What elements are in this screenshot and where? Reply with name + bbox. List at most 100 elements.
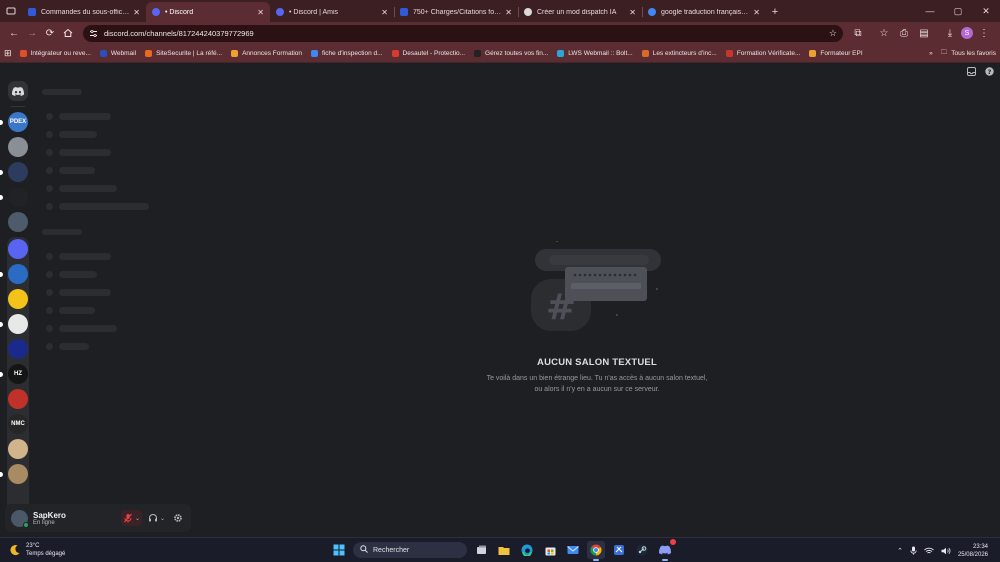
close-tab-icon[interactable]: ✕	[381, 8, 388, 17]
browser-tab[interactable]: google traduction français - Re ✕	[642, 2, 766, 22]
server-icon[interactable]	[8, 289, 28, 309]
microphone-tray-icon[interactable]	[910, 542, 917, 560]
browser-tab[interactable]: • Discord | Amis ✕	[270, 2, 394, 22]
new-tab-button[interactable]: +	[766, 2, 784, 22]
microsoft-store-icon[interactable]	[541, 541, 559, 559]
server-icon[interactable]: NMC	[8, 414, 28, 434]
weather-widget[interactable]: 23°C Temps dégagé	[9, 542, 65, 558]
server-icon[interactable]	[8, 212, 28, 232]
server-icon[interactable]	[0, 162, 28, 182]
browser-tab[interactable]: • Discord ✕	[146, 2, 270, 22]
unread-indicator	[0, 372, 3, 377]
server-icon[interactable]	[0, 464, 28, 484]
close-window-icon[interactable]: ✕	[972, 0, 1000, 22]
mail-icon[interactable]	[564, 541, 582, 559]
tab-title: google traduction français - Re	[661, 8, 750, 16]
site-info-icon[interactable]	[89, 29, 98, 38]
server-icon[interactable]	[8, 137, 28, 157]
steam-icon[interactable]	[633, 541, 651, 559]
bookmark-favicon-icon	[474, 49, 482, 57]
forward-icon[interactable]: →	[23, 24, 41, 42]
close-tab-icon[interactable]: ✕	[505, 8, 512, 17]
file-explorer-icon[interactable]	[495, 541, 513, 559]
username[interactable]: SapKero	[33, 511, 66, 520]
minimize-icon[interactable]: —	[916, 0, 944, 22]
tab-search-icon[interactable]	[0, 0, 22, 22]
user-avatar[interactable]	[11, 509, 29, 528]
browser-toolbar: ← → ⟳ discord.com/channels/8172442403797…	[0, 22, 1000, 44]
bookmark-star-icon[interactable]: ☆	[829, 28, 837, 39]
wifi-icon[interactable]	[924, 542, 934, 560]
favorites-icon[interactable]: ☆	[875, 24, 893, 42]
print-icon[interactable]: ⎙	[895, 24, 913, 42]
home-icon[interactable]	[59, 24, 77, 42]
bookmark-item[interactable]: Les extincteurs d'inc...	[641, 49, 717, 57]
user-status: En ligne	[33, 519, 55, 526]
reload-icon[interactable]: ⟳	[41, 24, 59, 42]
bookmark-item[interactable]: Gérez toutes vos fin...	[474, 49, 548, 57]
bookmark-item[interactable]: fiche d'inspection d...	[311, 49, 383, 57]
bookmark-item[interactable]: Annonces Formation	[231, 49, 302, 57]
server-icon[interactable]	[8, 389, 28, 409]
apps-grid-icon[interactable]: ⊞	[4, 48, 12, 59]
server-icon[interactable]	[0, 264, 28, 284]
close-tab-icon[interactable]: ✕	[629, 8, 636, 17]
online-status-dot	[23, 521, 29, 528]
browser-tab[interactable]: Créer un mod dispatch IA ✕	[518, 2, 642, 22]
address-bar[interactable]: discord.com/channels/817244240379772969 …	[83, 24, 843, 42]
close-tab-icon[interactable]: ✕	[133, 8, 140, 17]
browser-tab[interactable]: 750+ Charges/Citations for pdf ✕	[394, 2, 518, 22]
pp-icon	[28, 8, 36, 16]
server-folder[interactable]: HZ NMC	[0, 237, 29, 516]
bookmark-item[interactable]: Webmail	[99, 49, 136, 57]
chevron-down-icon[interactable]: ⌄	[135, 515, 140, 522]
chrome-icon[interactable]	[587, 541, 605, 561]
show-hidden-icons[interactable]: ⌃	[897, 547, 903, 555]
discord-taskbar-icon[interactable]	[656, 539, 676, 561]
server-icon[interactable]	[8, 239, 28, 259]
back-icon[interactable]: ←	[5, 24, 23, 42]
task-view-icon[interactable]	[472, 541, 490, 559]
mute-microphone-button[interactable]: ⌄	[120, 510, 142, 526]
weather-temperature: 23°C	[26, 543, 40, 549]
translate-icon[interactable]: ▤	[915, 24, 933, 42]
user-settings-button[interactable]	[171, 510, 185, 526]
close-tab-icon[interactable]: ✕	[753, 8, 760, 17]
folder-icon: 🗀	[940, 48, 948, 56]
all-bookmarks-button[interactable]: 🗀 Tous les favoris	[941, 48, 996, 59]
extensions-icon[interactable]: ⧉	[849, 24, 867, 42]
inbox-icon[interactable]	[967, 67, 976, 76]
clock[interactable]: 23:34 25/08/2026	[958, 543, 988, 559]
chevron-down-icon[interactable]: ⌄	[160, 515, 165, 522]
windows-start-icon[interactable]	[330, 541, 348, 559]
discord-home-icon[interactable]	[8, 81, 28, 101]
volume-icon[interactable]	[941, 542, 951, 560]
chrome-menu-icon[interactable]: ⋮	[975, 24, 993, 42]
bookmark-item[interactable]: Desautel - Protectio...	[391, 49, 465, 57]
taskbar-search[interactable]: Rechercher	[353, 542, 467, 558]
channel-skeleton	[36, 125, 192, 143]
server-icon[interactable]	[8, 439, 28, 459]
edge-icon[interactable]	[518, 541, 536, 559]
bookmark-item[interactable]: Formation Vérificate...	[725, 49, 800, 57]
server-icon[interactable]: PDEX	[0, 112, 28, 132]
downloads-icon[interactable]: ⤓	[941, 24, 959, 42]
clock-date: 25/08/2026	[957, 552, 988, 558]
bookmark-item[interactable]: SiteSecurite | La réfé...	[145, 49, 222, 57]
profile-avatar[interactable]: S	[961, 27, 973, 39]
tab-title: Créer un mod dispatch IA	[537, 8, 617, 16]
bookmark-item[interactable]: Intégrateur ou reve...	[19, 49, 91, 57]
server-icon[interactable]	[0, 187, 28, 207]
server-icon[interactable]	[8, 339, 28, 359]
server-icon[interactable]: HZ	[0, 364, 28, 384]
server-icon[interactable]	[0, 314, 28, 334]
bookmark-item[interactable]: Formateur EPI	[809, 49, 863, 57]
deafen-button[interactable]: ⌄	[146, 510, 167, 526]
maximize-icon[interactable]: ▢	[944, 0, 972, 22]
bookmark-item[interactable]: LWS Webmail :: Bolt...	[557, 49, 633, 57]
more-bookmarks-icon[interactable]: »	[929, 50, 933, 57]
close-tab-icon[interactable]: ✕	[257, 8, 264, 17]
snipping-tool-icon[interactable]	[610, 541, 628, 559]
browser-tab[interactable]: Commandes du sous-officier le ✕	[22, 2, 146, 22]
help-icon[interactable]: ?	[985, 67, 994, 76]
